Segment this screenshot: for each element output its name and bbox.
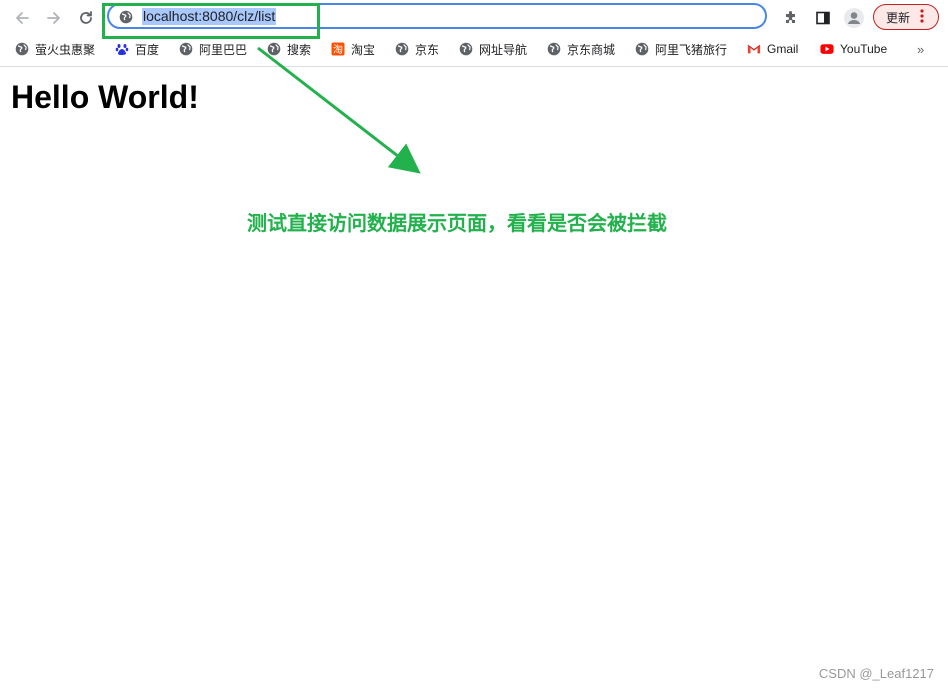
annotation-arrow	[257, 46, 421, 174]
annotation-layer	[257, 46, 421, 174]
csdn-watermark: CSDN @_Leaf1217	[818, 666, 934, 681]
annotation-note: 测试直接访问数据展示页面，看看是否会被拦截	[247, 211, 667, 235]
